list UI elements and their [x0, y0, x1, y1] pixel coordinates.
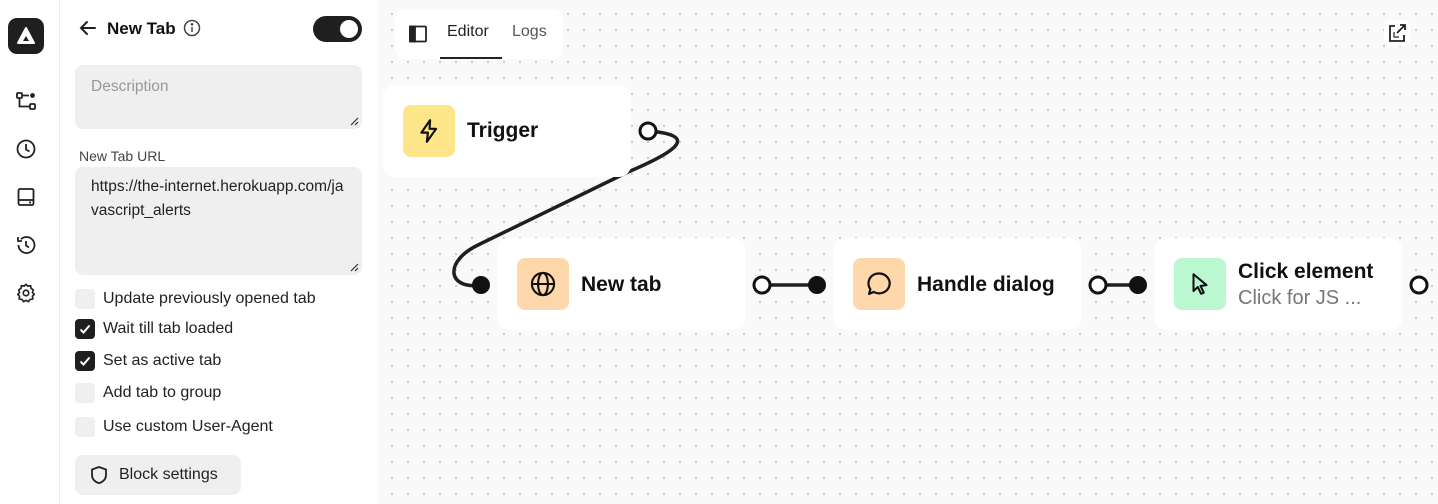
input-handle[interactable]	[1127, 274, 1149, 296]
checkbox[interactable]	[75, 289, 95, 309]
checkbox[interactable]	[75, 417, 95, 437]
option-label: Use custom User-Agent	[103, 418, 273, 435]
output-handle[interactable]	[637, 120, 659, 142]
block-settings-button[interactable]: Block settings	[75, 455, 241, 495]
resize-grip-icon[interactable]	[349, 116, 359, 126]
option-add-tab-to-group[interactable]: Add tab to group	[75, 382, 221, 404]
url-field[interactable]: https://the-internet.herokuapp.com/javas…	[75, 167, 362, 275]
export-icon[interactable]	[1384, 20, 1410, 46]
lightning-icon	[403, 105, 455, 157]
block-enabled-toggle[interactable]	[313, 16, 362, 42]
editor-tabs: Editor Logs	[395, 9, 563, 59]
url-label: New Tab URL	[79, 148, 166, 164]
toggle-knob	[340, 20, 358, 38]
clock-icon[interactable]	[14, 137, 38, 161]
node-title: Handle dialog	[917, 273, 1055, 296]
workflow-canvas[interactable]: Editor Logs Trigger New tab Handle dialo…	[378, 0, 1438, 504]
block-settings-label: Block settings	[119, 466, 218, 483]
chat-bubble-icon	[853, 258, 905, 310]
history-icon[interactable]	[14, 233, 38, 257]
output-handle[interactable]	[1408, 274, 1430, 296]
active-tab-indicator	[440, 57, 502, 59]
option-wait-tab-loaded[interactable]: Wait till tab loaded	[75, 318, 233, 340]
node-title: Click element	[1238, 260, 1374, 283]
option-label: Set as active tab	[103, 352, 222, 369]
gear-icon[interactable]	[14, 281, 38, 305]
cursor-icon	[1174, 258, 1226, 310]
check-icon	[79, 356, 91, 366]
option-update-previous-tab[interactable]: Update previously opened tab	[75, 288, 316, 310]
checkbox[interactable]	[75, 383, 95, 403]
option-label: Wait till tab loaded	[103, 320, 234, 337]
node-handle-dialog[interactable]: Handle dialog	[833, 238, 1081, 330]
block-settings-panel: New Tab Description New Tab URL https://…	[60, 0, 378, 504]
node-new-tab[interactable]: New tab	[497, 238, 745, 330]
node-click-element[interactable]: Click element Click for JS ...	[1154, 238, 1402, 330]
checkbox[interactable]	[75, 319, 95, 339]
node-subtitle: Click for JS ...	[1238, 287, 1362, 309]
back-arrow-icon[interactable]	[77, 17, 99, 39]
input-handle[interactable]	[806, 274, 828, 296]
option-label: Update previously opened tab	[103, 290, 316, 307]
description-placeholder: Description	[91, 78, 169, 95]
storage-icon[interactable]	[14, 185, 38, 209]
checkbox[interactable]	[75, 351, 95, 371]
option-custom-user-agent[interactable]: Use custom User-Agent	[75, 416, 273, 438]
shield-icon	[91, 466, 107, 485]
tab-logs[interactable]: Logs	[512, 23, 547, 41]
sidebar-toggle-icon[interactable]	[407, 23, 429, 45]
resize-grip-icon[interactable]	[349, 262, 359, 272]
globe-icon	[517, 258, 569, 310]
automa-logo-icon[interactable]	[8, 18, 44, 54]
check-icon	[79, 324, 91, 334]
workflow-icon[interactable]	[14, 89, 38, 113]
node-title: New tab	[581, 273, 662, 296]
info-icon[interactable]	[183, 19, 201, 37]
node-trigger[interactable]: Trigger	[383, 85, 631, 177]
output-handle[interactable]	[751, 274, 773, 296]
option-set-active-tab[interactable]: Set as active tab	[75, 350, 221, 372]
output-handle[interactable]	[1087, 274, 1109, 296]
panel-title: New Tab	[107, 19, 176, 38]
icon-rail	[0, 0, 60, 504]
input-handle[interactable]	[470, 274, 492, 296]
tab-editor[interactable]: Editor	[447, 23, 489, 41]
node-title: Trigger	[467, 119, 539, 142]
option-label: Add tab to group	[103, 384, 222, 401]
description-field[interactable]: Description	[75, 65, 362, 129]
url-value: https://the-internet.herokuapp.com/javas…	[91, 178, 344, 219]
